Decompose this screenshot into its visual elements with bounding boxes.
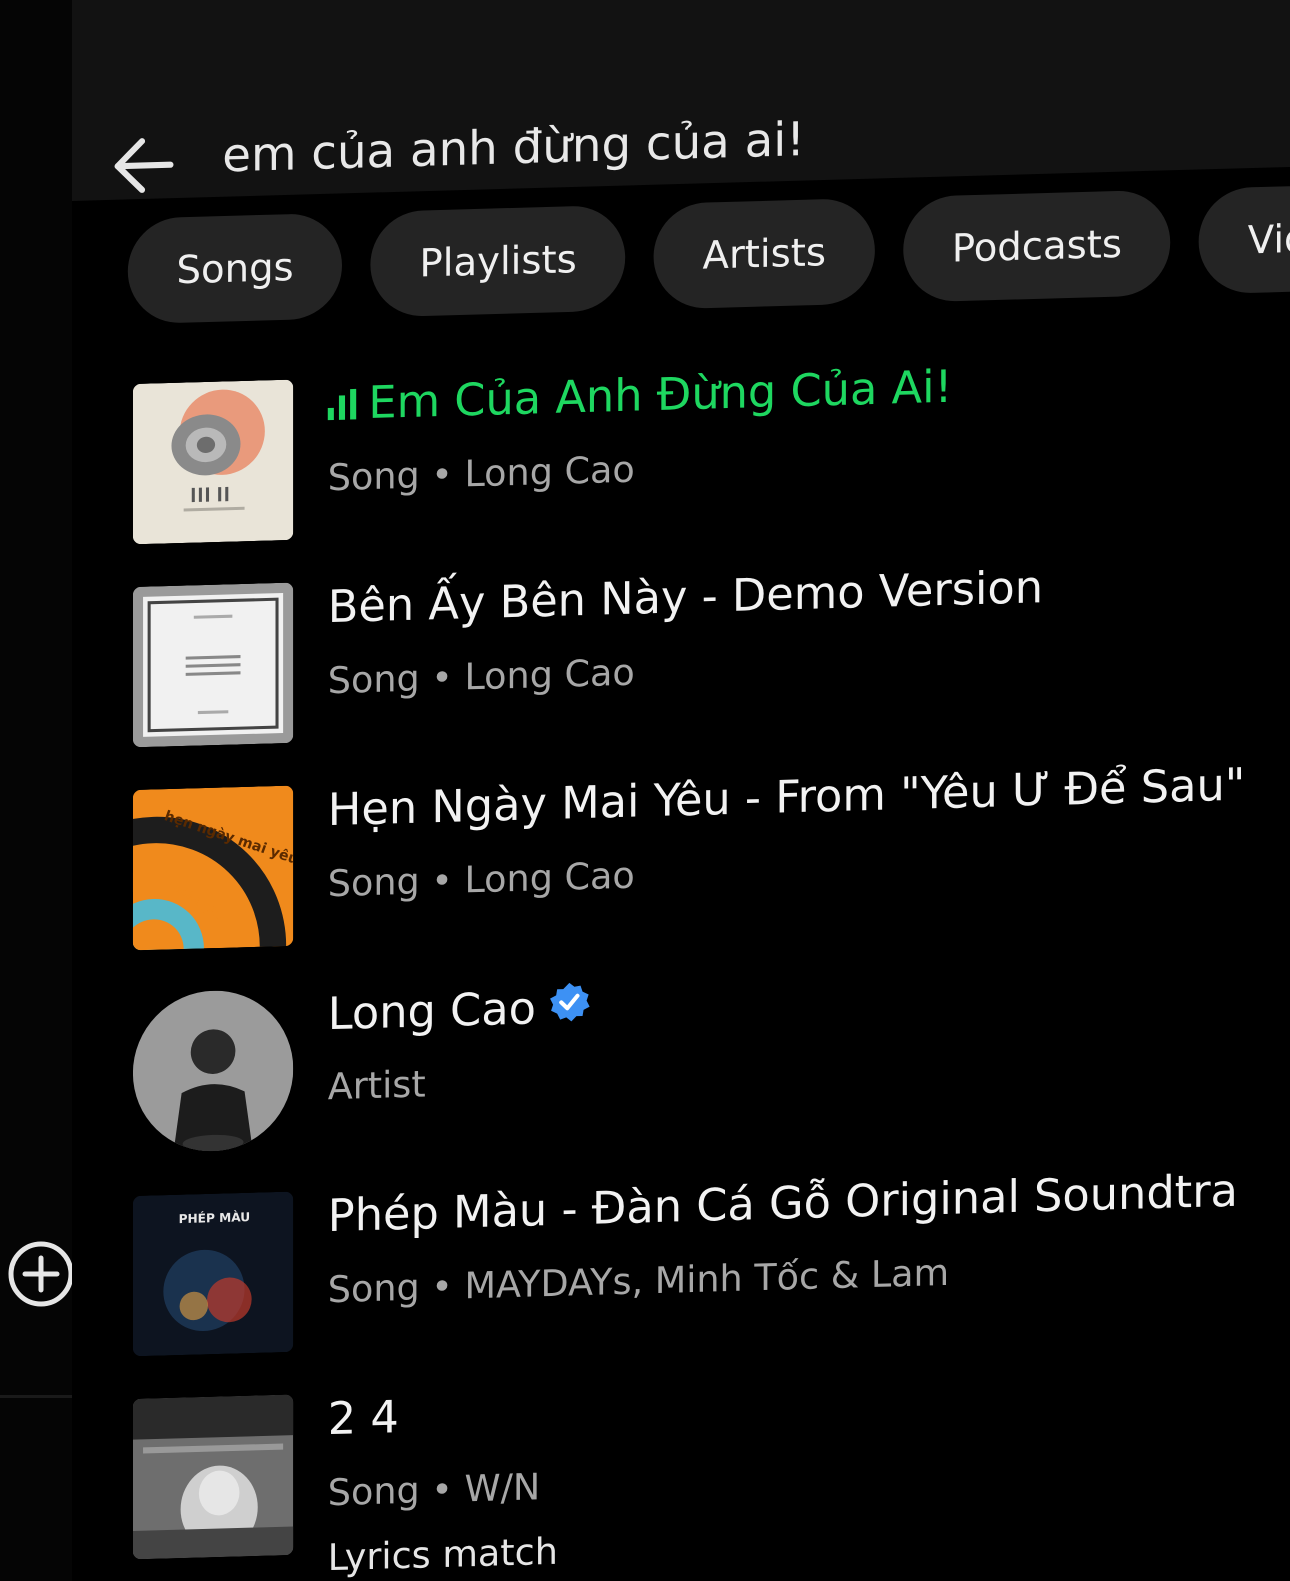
result-row[interactable]: 2 4 Song • W/N Lyrics match <box>132 1366 1290 1581</box>
result-row[interactable]: hẹn ngày mai yêu LONG CAO Hẹn Ngày Mai Y… <box>132 757 1290 993</box>
album-art <box>132 1394 294 1560</box>
result-row[interactable]: Bên Ấy Bên Này - Demo Version Song • Lon… <box>132 554 1290 790</box>
result-title: 2 4 <box>327 1391 399 1446</box>
album-art <box>132 379 294 545</box>
artist-avatar <box>132 988 294 1154</box>
album-art <box>132 582 294 748</box>
result-title-row: Em Của Anh Đừng Của Ai! <box>327 361 953 430</box>
filter-chips: Songs Playlists Artists Podcasts Vid <box>127 184 1290 325</box>
result-row[interactable]: Long Cao Artist <box>132 960 1290 1196</box>
result-subtitle: Song • Long Cao <box>327 855 635 906</box>
result-subtitle: Song • MAYDAYs, Minh Tốc & Lam <box>327 1252 950 1312</box>
result-title-row: Long Cao <box>328 980 591 1041</box>
search-screen: em của anh đừng của ai! Songs Playlists … <box>72 0 1290 1581</box>
result-row[interactable]: Em Của Anh Đừng Của Ai! Song • Long Cao <box>132 351 1290 587</box>
filter-chip-videos[interactable]: Vid <box>1199 184 1290 295</box>
filter-chip-podcasts[interactable]: Podcasts <box>903 189 1171 303</box>
verified-badge-icon <box>548 980 591 1035</box>
result-title: Em Của Anh Đừng Của Ai! <box>368 361 953 430</box>
filter-chip-songs[interactable]: Songs <box>127 212 343 325</box>
result-row[interactable]: PHÉP MÀU Phép Màu - Đàn Cá Gỗ Original S… <box>132 1163 1290 1399</box>
now-playing-icon <box>327 388 357 420</box>
back-arrow-icon[interactable] <box>109 129 180 202</box>
result-subtitle: Song • W/N <box>327 1466 541 1515</box>
result-subtitle: Song • Long Cao <box>327 652 635 703</box>
app-screen: em của anh đừng của ai! Songs Playlists … <box>0 0 1290 1581</box>
filter-chip-artists[interactable]: Artists <box>653 197 875 310</box>
filter-chip-playlists[interactable]: Playlists <box>370 204 626 318</box>
result-subtitle: Song • Long Cao <box>327 449 635 500</box>
search-results: Em Của Anh Đừng Của Ai! Song • Long Cao <box>132 351 1290 1581</box>
result-subtitle: Artist <box>327 1063 426 1109</box>
add-icon[interactable] <box>7 1240 75 1308</box>
album-art: PHÉP MÀU <box>132 1191 294 1357</box>
lyrics-match-label: Lyrics match <box>327 1531 558 1580</box>
album-art-title-text: PHÉP MÀU <box>179 1209 251 1226</box>
album-art: hẹn ngày mai yêu LONG CAO <box>132 785 294 951</box>
result-title: Long Cao <box>327 982 536 1041</box>
